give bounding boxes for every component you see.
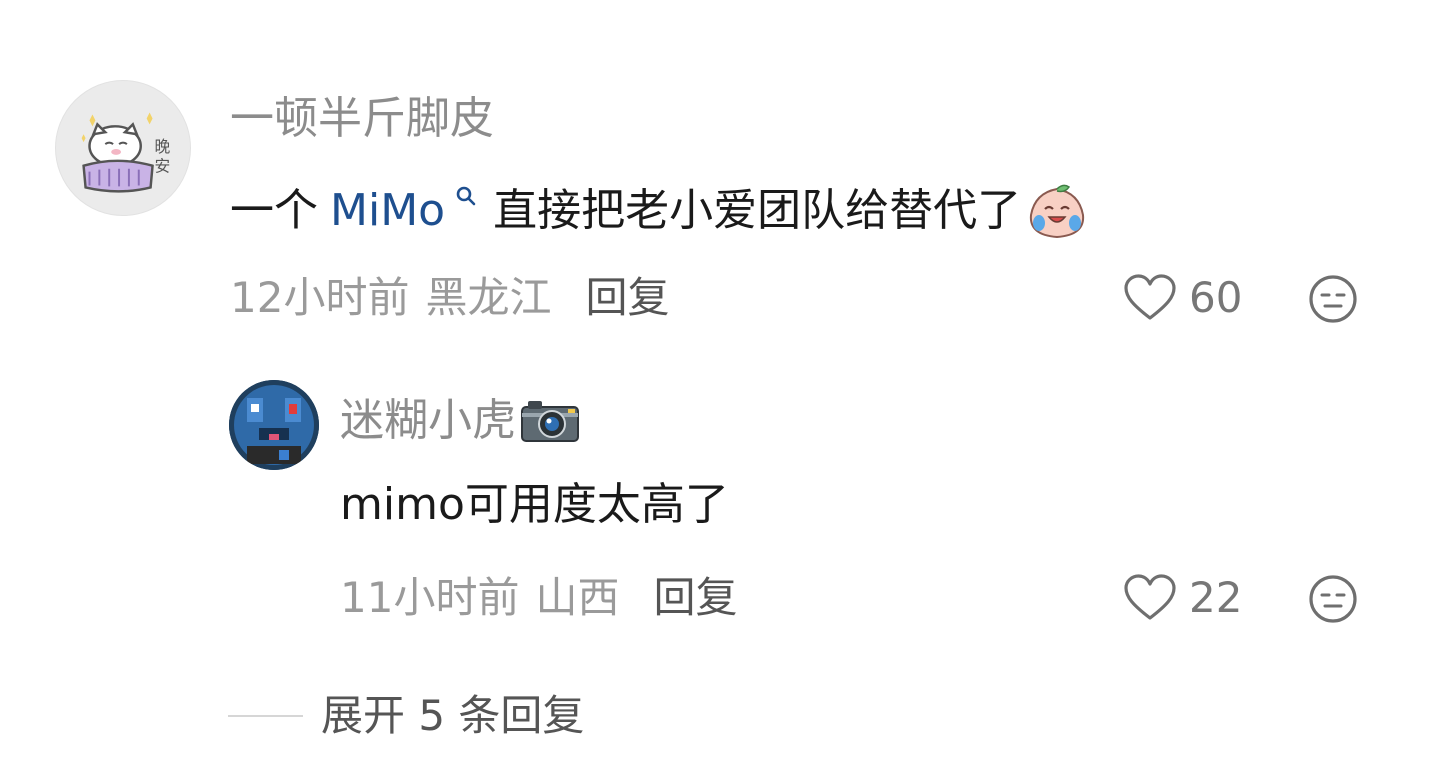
comment-location: 黑龙江 <box>425 273 552 322</box>
commenter-avatar[interactable]: 晚 安 <box>55 80 191 216</box>
like-count: 22 <box>1189 573 1243 622</box>
comment-thread: 晚 安 一顿半斤脚皮 一个 MiMo 直接把老小爱团队给替代了 12小时前 黑龙… <box>0 0 1440 778</box>
expand-replies-button[interactable]: 展开 5 条回复 <box>228 695 584 737</box>
sleeping-cat-avatar-icon: 晚 安 <box>81 112 171 193</box>
pixel-creature-avatar-icon <box>229 380 319 470</box>
heart-icon <box>1124 274 1176 320</box>
search-icon[interactable] <box>453 183 479 209</box>
reply-location: 山西 <box>535 573 620 622</box>
like-button[interactable]: 60 <box>1123 273 1242 323</box>
replier-username[interactable]: 迷糊小虎 <box>340 399 516 443</box>
comment-meta: 12小时前 黑龙江 回复 <box>230 277 669 319</box>
comment-text-suffix: 直接把老小爱团队给替代了 <box>493 185 1022 236</box>
dislike-face-icon[interactable] <box>1308 574 1358 624</box>
reply-button[interactable]: 回复 <box>653 577 737 619</box>
replier-username-row: 迷糊小虎 <box>340 397 580 445</box>
reply-body: mimo可用度太高了 <box>340 479 729 530</box>
divider-line <box>228 715 303 717</box>
comment-text-prefix: 一个 <box>230 185 318 236</box>
reply-button[interactable]: 回复 <box>585 277 669 319</box>
like-button[interactable]: 22 <box>1123 573 1242 623</box>
camera-icon <box>521 401 579 442</box>
mimo-mention-link[interactable]: MiMo <box>330 189 445 233</box>
comment-timestamp: 12小时前 <box>230 273 410 322</box>
reply-meta: 11小时前 山西 回复 <box>340 577 737 619</box>
like-count: 60 <box>1189 273 1243 322</box>
svg-text:安: 安 <box>155 157 171 176</box>
reply-timestamp: 11小时前 <box>340 573 520 622</box>
svg-text:晚: 晚 <box>155 137 171 156</box>
commenter-username[interactable]: 一顿半斤脚皮 <box>230 97 494 141</box>
heart-icon <box>1124 574 1176 620</box>
comment-body: 一个 MiMo 直接把老小爱团队给替代了 <box>230 183 1087 239</box>
replier-avatar[interactable] <box>229 380 319 470</box>
dislike-face-icon[interactable] <box>1308 274 1358 324</box>
expand-replies-label: 展开 5 条回复 <box>321 691 585 740</box>
crying-laughing-peach-emoji-icon <box>1030 184 1085 239</box>
